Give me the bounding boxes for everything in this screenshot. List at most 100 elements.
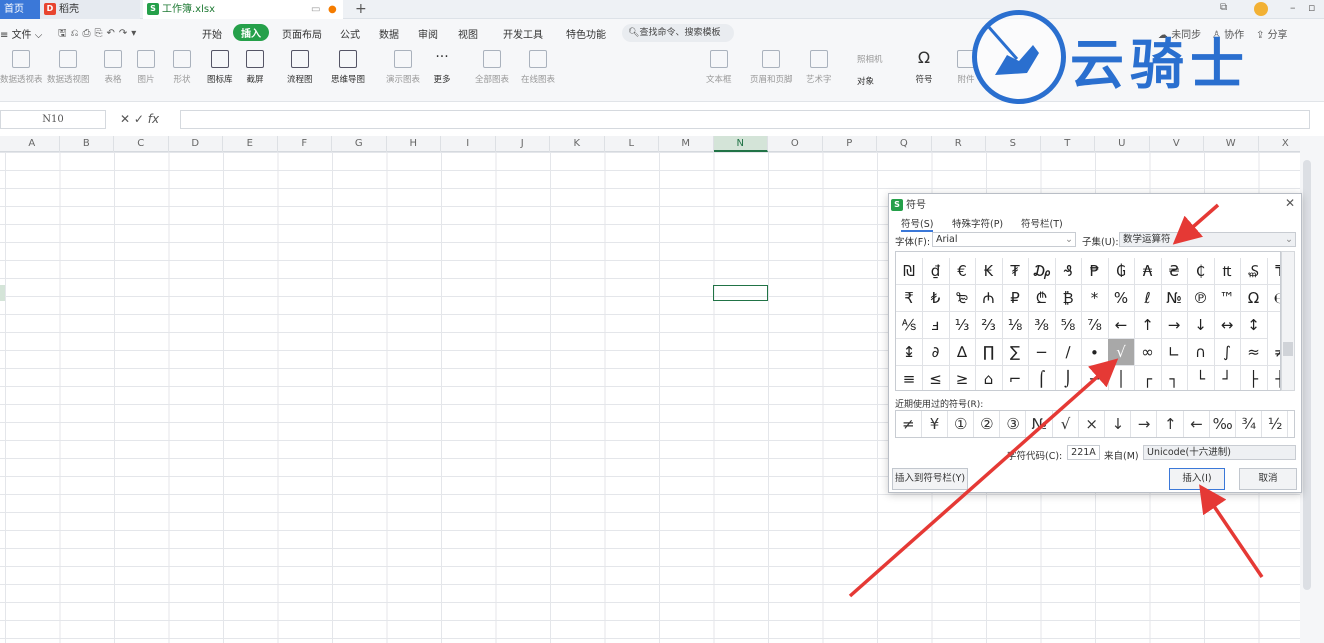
symbol-cell[interactable]: ⌡: [1055, 366, 1082, 390]
symbol-cell[interactable]: ≡: [896, 366, 923, 390]
recent-symbol[interactable]: ¾: [1237, 411, 1263, 437]
cancel-button[interactable]: 取消: [1239, 468, 1297, 490]
symbol-cell[interactable]: ∑: [1002, 339, 1029, 366]
symbol-cell[interactable]: ₽: [1002, 285, 1029, 312]
symbol-cell[interactable]: ₻: [949, 285, 976, 312]
tab-symbols[interactable]: 符号(S): [901, 216, 934, 232]
screenshot-button[interactable]: 截屏: [246, 50, 264, 85]
symbol-cell[interactable]: −: [1028, 339, 1056, 366]
symbol-cell[interactable]: ≥: [949, 366, 976, 390]
formula-input[interactable]: [180, 110, 1310, 129]
column-header-n[interactable]: N: [713, 136, 768, 152]
tab-symbol-bar[interactable]: 符号栏(T): [1021, 216, 1063, 230]
symbol-cell[interactable]: ₱: [1081, 258, 1109, 285]
column-header-m[interactable]: M: [659, 136, 714, 152]
object-button[interactable]: 对象: [857, 75, 874, 87]
header-footer-button[interactable]: 页眉和页脚: [750, 50, 793, 85]
symbol-cell[interactable]: ↕: [1240, 312, 1268, 339]
symbol-cell[interactable]: ∂: [922, 339, 950, 366]
symbol-cell[interactable]: ∫: [1214, 339, 1241, 366]
table-button[interactable]: 表格: [104, 50, 122, 85]
symbol-cell[interactable]: ℮: [1267, 285, 1280, 312]
menu-insert[interactable]: 插入: [233, 24, 269, 41]
symbol-cell[interactable]: │: [1108, 366, 1135, 390]
tab-workbook[interactable]: S 工作簿.xlsx ▭ ●: [143, 0, 343, 19]
symbol-cell[interactable]: ₼: [975, 285, 1003, 312]
symbol-cell[interactable]: ℓ: [1134, 285, 1162, 312]
symbol-cell[interactable]: ⅎ: [922, 312, 950, 339]
symbol-grid-scrollbar[interactable]: [1281, 251, 1295, 391]
from-select[interactable]: Unicode(十六进制): [1143, 445, 1296, 460]
symbol-cell[interactable]: ↑: [1134, 312, 1162, 339]
symbol-cell-selected[interactable]: √: [1108, 339, 1135, 366]
flowchart-button[interactable]: 流程图: [287, 50, 313, 85]
symbol-cell[interactable]: ⅍: [896, 312, 923, 339]
symbol-cell[interactable]: ₷: [1240, 258, 1268, 285]
symbol-cell[interactable]: ├: [1241, 366, 1268, 390]
symbol-cell[interactable]: ₰: [1055, 258, 1082, 285]
symbol-cell[interactable]: ≠: [1267, 339, 1280, 366]
file-menu[interactable]: ≡ 文件 ⌵: [0, 26, 42, 41]
symbol-cell[interactable]: →: [1161, 312, 1188, 339]
font-select[interactable]: Arial ⌄: [932, 232, 1076, 247]
recent-symbol[interactable]: ②: [975, 411, 1001, 437]
symbol-cell[interactable]: Ω: [1240, 285, 1268, 312]
column-header-u[interactable]: U: [1095, 136, 1150, 152]
symbol-cell[interactable]: %: [1108, 285, 1135, 312]
symbol-cell[interactable]: ↨: [896, 339, 923, 366]
symbol-cell[interactable]: ↓: [1187, 312, 1215, 339]
demo-chart-button[interactable]: 演示图表: [386, 50, 420, 85]
insert-button[interactable]: 插入(I): [1169, 468, 1225, 490]
char-code-input[interactable]: 221A: [1067, 445, 1100, 460]
symbol-cell[interactable]: ∟: [1161, 339, 1188, 366]
all-charts-button[interactable]: 全部图表: [475, 50, 509, 85]
symbol-cell[interactable]: ┘: [1214, 366, 1241, 390]
column-header-v[interactable]: V: [1150, 136, 1204, 152]
column-header-p[interactable]: P: [823, 136, 877, 152]
symbol-cell[interactable]: ≈: [1240, 339, 1268, 366]
tab-special-chars[interactable]: 特殊字符(P): [952, 216, 1003, 230]
menu-view[interactable]: 视图: [458, 26, 478, 41]
column-header-b[interactable]: B: [60, 136, 114, 152]
subset-select[interactable]: 数学运算符 ⌄: [1119, 232, 1296, 247]
symbol-cell[interactable]: №: [1161, 285, 1188, 312]
symbol-cell[interactable]: ┤: [1267, 366, 1280, 390]
symbol-cell[interactable]: ∞: [1134, 339, 1162, 366]
symbol-cell[interactable]: ₾: [1028, 285, 1056, 312]
shape-button[interactable]: 形状: [173, 50, 191, 85]
column-header-j[interactable]: J: [496, 136, 550, 152]
symbol-cell[interactable]: ∏: [975, 339, 1003, 366]
quick-access-toolbar[interactable]: 🖫⎌⎙⎘↶↷▾: [58, 26, 140, 43]
column-header-q[interactable]: Q: [877, 136, 932, 152]
recent-symbol[interactable]: ↓: [1106, 411, 1132, 437]
symbol-cell[interactable]: ™: [1214, 285, 1241, 312]
symbol-cell[interactable]: €: [949, 258, 976, 285]
column-header-s[interactable]: S: [986, 136, 1041, 152]
column-header-a[interactable]: A: [5, 136, 60, 152]
symbol-cell[interactable]: ₹: [896, 285, 923, 312]
symbol-cell[interactable]: ₿: [1055, 285, 1082, 312]
minimize-icon[interactable]: –: [1290, 1, 1296, 14]
symbol-cell[interactable]: ₭: [975, 258, 1003, 285]
symbol-cell[interactable]: ₮: [1002, 258, 1029, 285]
symbol-cell[interactable]: ─: [1082, 366, 1109, 390]
vertical-scroll-thumb[interactable]: [1303, 160, 1311, 590]
symbol-button[interactable]: Ω 符号: [915, 50, 933, 86]
formula-buttons[interactable]: ✕ ✓ fx: [120, 112, 159, 126]
column-header-k[interactable]: K: [550, 136, 605, 152]
symbol-cell[interactable]: ₳: [1134, 258, 1162, 285]
symbol-cell[interactable]: ⅜: [1028, 312, 1056, 339]
picture-button[interactable]: 图片: [137, 50, 155, 85]
symbol-cell[interactable]: ₯: [1028, 258, 1056, 285]
symbol-cell[interactable]: ⅝: [1055, 312, 1082, 339]
column-header-g[interactable]: G: [332, 136, 387, 152]
symbol-cell[interactable]: ⅛: [1002, 312, 1029, 339]
symbol-cell[interactable]: ℗: [1187, 285, 1215, 312]
insert-to-symbol-bar-button[interactable]: 插入到符号栏(Y): [892, 468, 968, 490]
symbol-cell[interactable]: ≤: [923, 366, 950, 390]
symbol-cell[interactable]: ₸: [1267, 258, 1280, 285]
column-header-w[interactable]: W: [1204, 136, 1259, 152]
symbol-cell[interactable]: ₪: [896, 258, 923, 285]
symbol-cell[interactable]: ∆: [949, 339, 976, 366]
recent-symbol[interactable]: ×: [1079, 411, 1105, 437]
